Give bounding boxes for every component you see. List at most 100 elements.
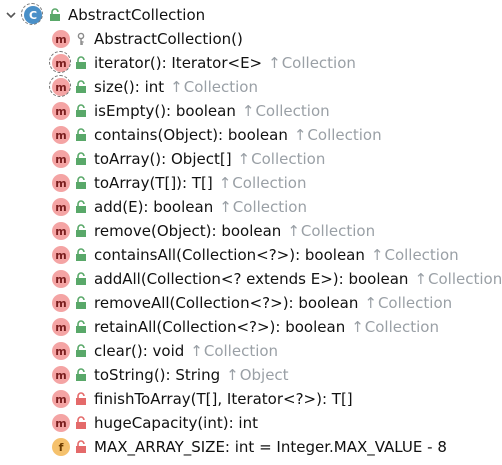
- up-arrow-icon: ↑: [268, 54, 281, 72]
- private-lock-icon: [74, 439, 88, 455]
- private-lock-icon: [74, 415, 88, 431]
- member-signature: MAX_ARRAY_SIZE: int = Integer.MAX_VALUE …: [94, 438, 447, 456]
- tree-node-method[interactable]: m clear(): void ↑Collection: [52, 339, 278, 363]
- up-arrow-icon: ↑: [218, 174, 232, 192]
- inherited-from: ↑Object: [226, 366, 288, 384]
- up-arrow-icon: ↑: [364, 294, 377, 312]
- tree-node-method[interactable]: m removeAll(Collection<?>): boolean ↑Colle…: [52, 291, 452, 315]
- tree-node-method[interactable]: m iterator(): Iterator<E> ↑Collection: [49, 51, 356, 75]
- tree-node-method[interactable]: m toArray(T[]): T[] ↑Collection: [52, 171, 307, 195]
- inherited-source: Collection: [281, 54, 356, 72]
- method-icon: m: [52, 246, 70, 264]
- tree-node-method[interactable]: m isEmpty(): boolean ↑Collection: [52, 99, 330, 123]
- tree-node-method[interactable]: m AbstractCollection(): [52, 27, 243, 51]
- method-icon: m: [52, 318, 70, 336]
- method-icon: m: [52, 294, 70, 312]
- inherited-from: ↑Collection: [170, 78, 258, 96]
- class-icon: C: [21, 3, 43, 25]
- method-icon: m: [52, 222, 70, 240]
- up-arrow-icon: ↑: [241, 102, 255, 120]
- inherited-source: Collection: [232, 174, 307, 192]
- up-arrow-icon: ↑: [170, 78, 183, 96]
- up-arrow-icon: ↑: [219, 198, 232, 216]
- up-arrow-icon: ↑: [370, 246, 384, 264]
- public-lock-icon: [74, 199, 88, 215]
- up-arrow-icon: ↑: [293, 126, 307, 144]
- tree-node-method[interactable]: m add(E): boolean ↑Collection: [52, 195, 307, 219]
- inherited-source: Collection: [203, 342, 279, 360]
- tree-node-method[interactable]: m finishToArray(T[], Iterator<?>): T[]: [52, 387, 353, 411]
- member-signature: containsAll(Collection<?>): boolean: [94, 246, 365, 264]
- tree-node-method[interactable]: m retainAll(Collection<?>): boolean ↑Colle…: [52, 315, 439, 339]
- inherited-source: Collection: [183, 78, 258, 96]
- tree-node-method[interactable]: m size(): int ↑Collection: [49, 75, 258, 99]
- field-icon: f: [52, 438, 70, 456]
- public-lock-icon: [74, 103, 88, 119]
- public-lock-icon: [74, 343, 88, 359]
- member-signature: AbstractCollection(): [94, 30, 243, 48]
- member-signature: size(): int: [94, 78, 165, 96]
- inherited-source: Collection: [251, 150, 326, 168]
- tree-node-method[interactable]: m contains(Object): boolean ↑Collection: [52, 123, 382, 147]
- member-signature: add(E): boolean: [94, 198, 214, 216]
- class-name: AbstractCollection: [68, 6, 206, 24]
- protected-key-icon: [74, 31, 88, 47]
- member-signature: toArray(T[]): T[]: [94, 174, 213, 192]
- method-icon: m: [52, 174, 70, 192]
- public-lock-icon: [74, 175, 88, 191]
- up-arrow-icon: ↑: [287, 222, 300, 240]
- inherited-from: ↑Collection: [268, 54, 356, 72]
- method-icon: m: [52, 342, 70, 360]
- public-lock-icon: [74, 127, 88, 143]
- tree-node-method[interactable]: m addAll(Collection<? extends E>): boolea…: [52, 267, 502, 291]
- up-arrow-icon: ↑: [351, 318, 364, 336]
- inherited-source: Collection: [232, 198, 307, 216]
- inherited-from: ↑Collection: [190, 342, 278, 360]
- structure-tree: C AbstractCollection m AbstractCollection…: [0, 0, 502, 465]
- member-signature: finishToArray(T[], Iterator<?>): T[]: [94, 390, 353, 408]
- public-lock-icon: [74, 271, 88, 287]
- member-signature: toArray(): Object[]: [94, 150, 232, 168]
- inherited-source: Collection: [300, 222, 376, 240]
- inherited-source: Collection: [364, 318, 439, 336]
- tree-node-field[interactable]: f MAX_ARRAY_SIZE: int = Integer.MAX_VALUE…: [52, 435, 447, 459]
- inherited-source: Collection: [428, 270, 502, 288]
- inherited-from: ↑Collection: [351, 318, 439, 336]
- method-icon: m: [52, 270, 70, 288]
- chevron-down-icon[interactable]: [4, 3, 18, 27]
- private-lock-icon: [74, 391, 88, 407]
- tree-node-method[interactable]: m toArray(): Object[] ↑Collection: [52, 147, 325, 171]
- up-arrow-icon: ↑: [226, 366, 239, 384]
- public-lock-icon: [74, 247, 88, 263]
- tree-node-method[interactable]: m hugeCapacity(int): int: [52, 411, 258, 435]
- member-signature: remove(Object): boolean: [94, 222, 282, 240]
- inherited-from: ↑Collection: [242, 102, 330, 120]
- public-lock-icon: [74, 367, 88, 383]
- method-icon: m: [52, 414, 70, 432]
- member-signature: clear(): void: [94, 342, 185, 360]
- public-lock-icon: [48, 7, 62, 23]
- inherited-source: Object: [239, 366, 289, 384]
- tree-node-method[interactable]: m toString(): String ↑Object: [52, 363, 289, 387]
- method-icon: m: [52, 150, 70, 168]
- up-arrow-icon: ↑: [237, 150, 251, 168]
- method-icon: m: [52, 390, 70, 408]
- inherited-from: ↑Collection: [219, 198, 307, 216]
- up-arrow-icon: ↑: [414, 270, 428, 288]
- member-signature: retainAll(Collection<?>): boolean: [94, 318, 346, 336]
- inherited-from: ↑Collection: [414, 270, 502, 288]
- inherited-from: ↑Collection: [287, 222, 375, 240]
- member-signature: hugeCapacity(int): int: [94, 414, 258, 432]
- method-icon: m: [52, 126, 70, 144]
- inherited-source: Collection: [384, 246, 459, 264]
- method-icon: m: [52, 198, 70, 216]
- member-signature: contains(Object): boolean: [94, 126, 288, 144]
- method-icon: m: [52, 30, 70, 48]
- public-lock-icon: [74, 151, 88, 167]
- method-icon: m: [49, 75, 71, 97]
- tree-node-method[interactable]: m containsAll(Collection<?>): boolean ↑Col…: [52, 243, 459, 267]
- member-signature: isEmpty(): boolean: [94, 102, 236, 120]
- tree-node-class[interactable]: C AbstractCollection: [0, 3, 205, 27]
- tree-node-method[interactable]: m remove(Object): boolean ↑Collection: [52, 219, 375, 243]
- member-signature: toString(): String: [94, 366, 221, 384]
